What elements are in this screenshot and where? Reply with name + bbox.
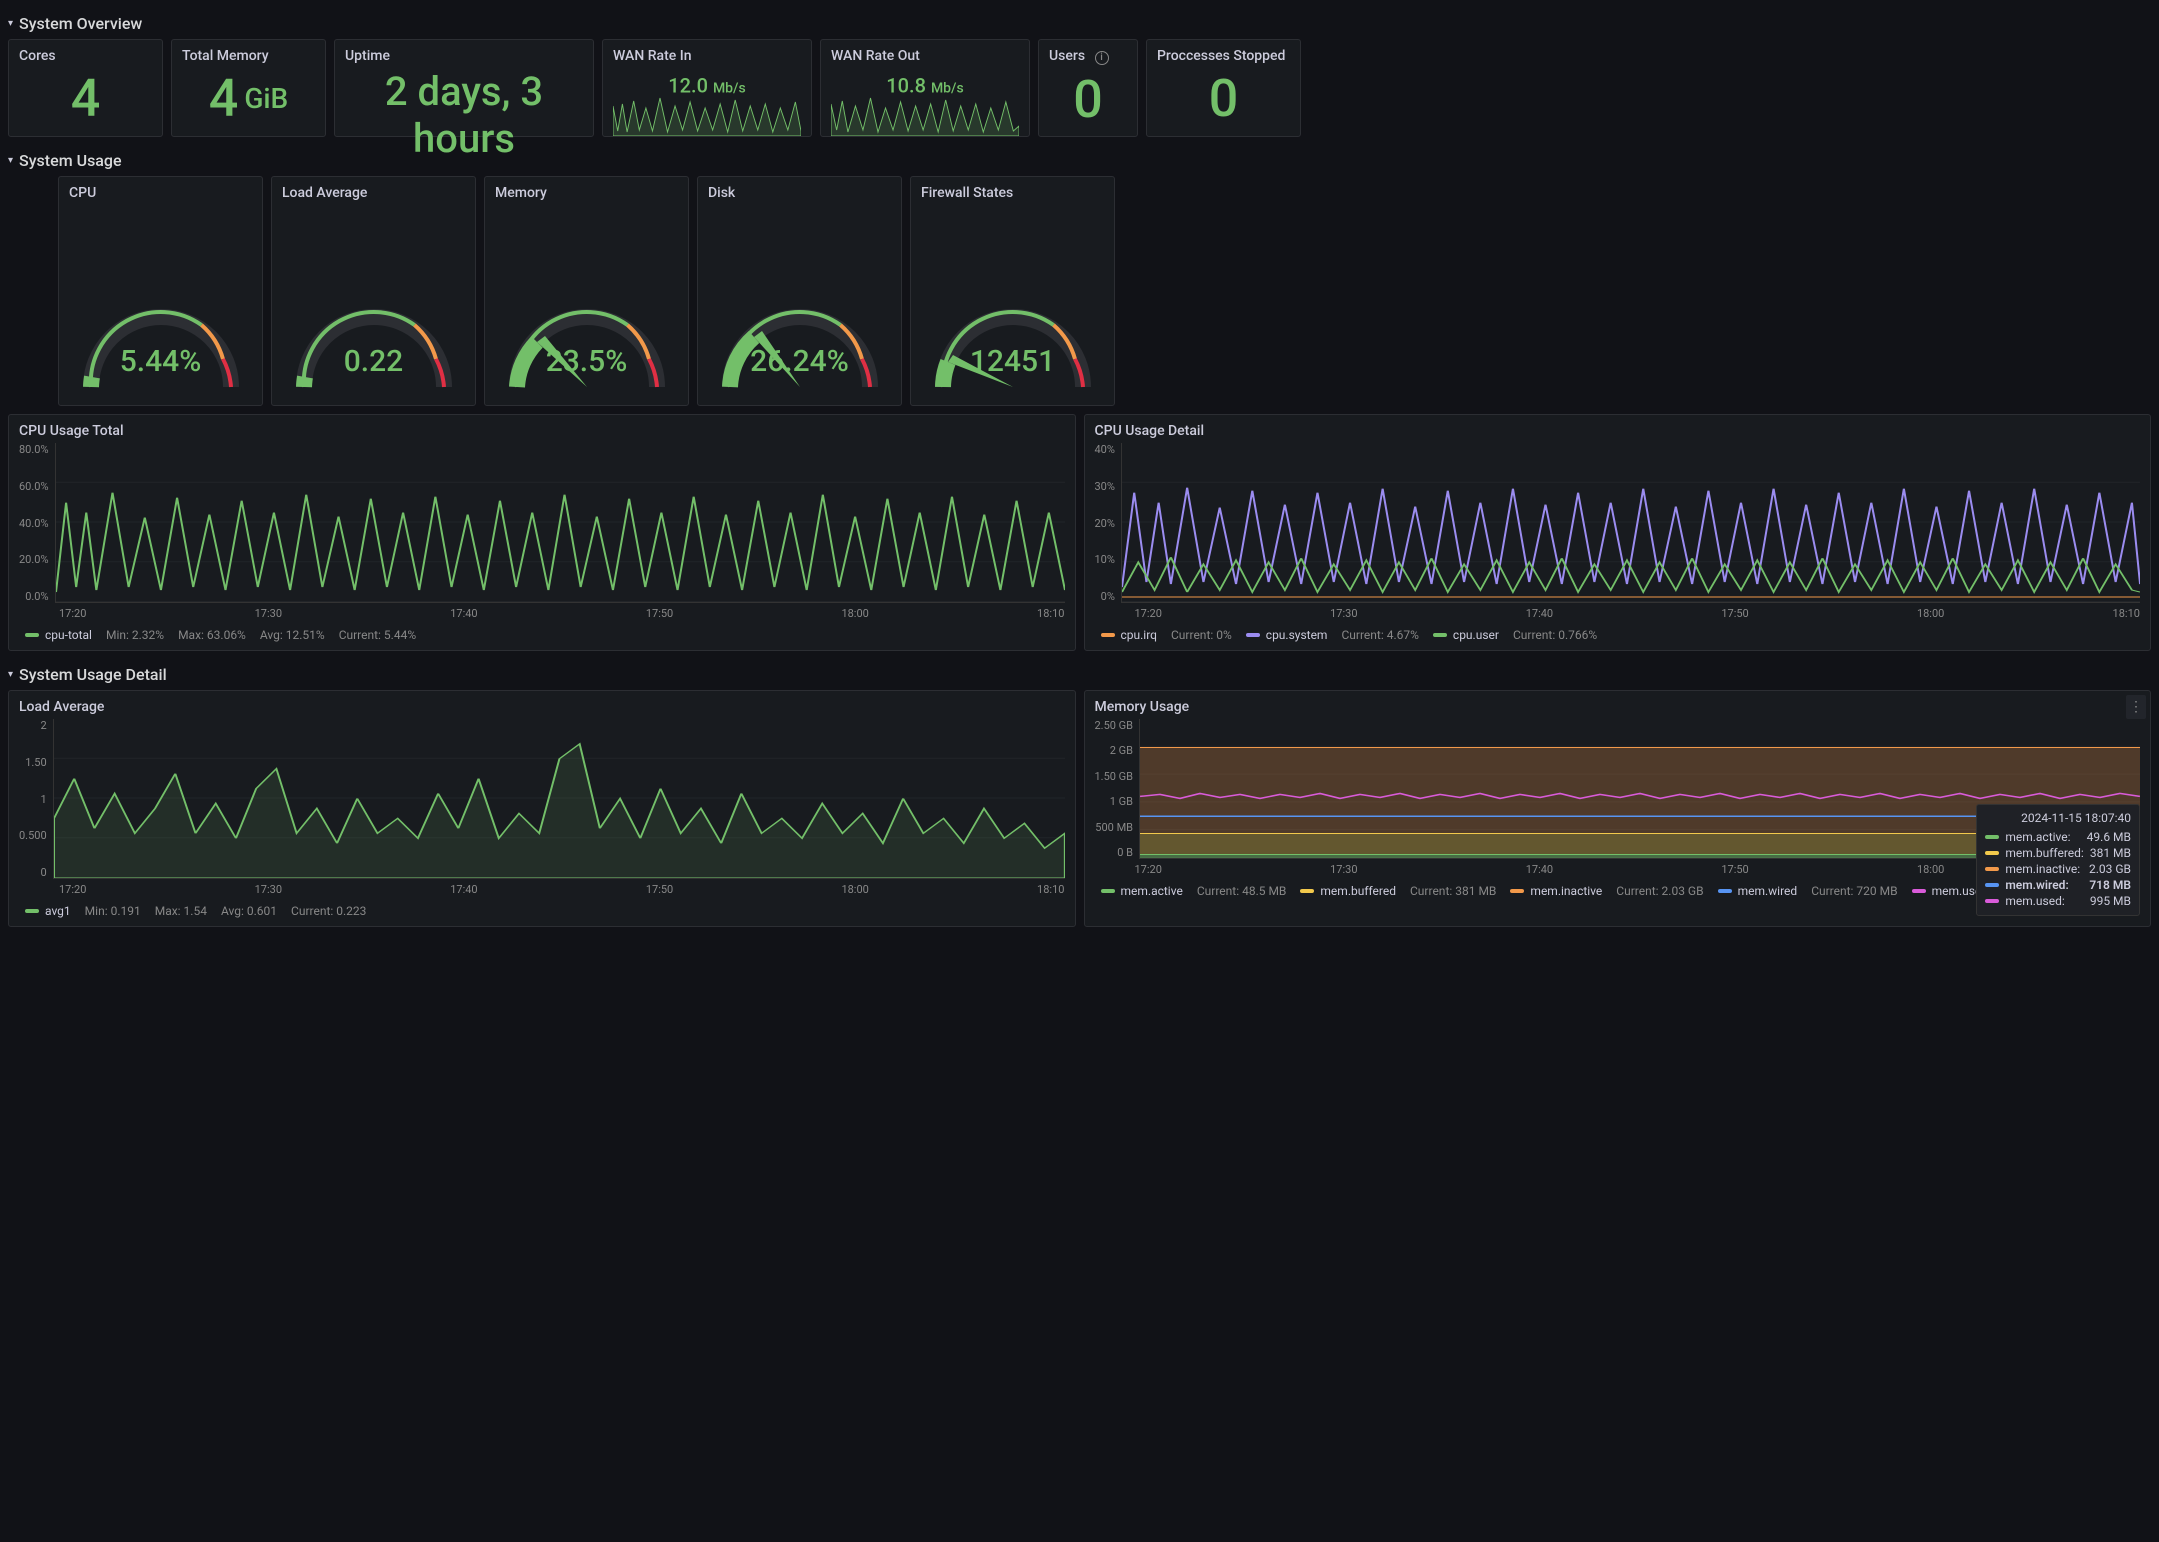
gauge-disk[interactable]: Disk 26.24% — [697, 176, 902, 406]
panel-title: Disk — [708, 185, 891, 201]
panel-title: CPU Usage Detail — [1095, 423, 2141, 439]
gauge-value: 12451 — [921, 344, 1104, 379]
panel-wan-in[interactable]: WAN Rate In 12.0 Mb/s — [602, 39, 812, 137]
legend: avg1 Min: 0.191 Max: 1.54 Avg: 0.601 Cur… — [19, 904, 1065, 918]
stat-value: 10.8 Mb/s — [886, 74, 963, 98]
panel-title: Memory Usage — [1095, 699, 2141, 715]
gauge-chart — [284, 277, 464, 397]
gauge-chart — [923, 277, 1103, 397]
panel-menu-icon[interactable]: ⋮ — [2126, 695, 2146, 719]
info-icon[interactable]: i — [1095, 51, 1109, 65]
gauge-value: 5.44% — [69, 344, 252, 379]
x-axis: 17:2017:3017:4017:5018:0018:10 — [19, 883, 1065, 896]
y-axis: 80.0%60.0%40.0%20.0%0.0% — [19, 443, 55, 603]
gauge-firewall-states[interactable]: Firewall States 12451 — [910, 176, 1115, 406]
gauge-value: 0.22 — [282, 344, 465, 379]
chevron-down-icon: ▾ — [8, 669, 13, 680]
stat-value: 4 — [19, 68, 152, 129]
plot-area — [53, 719, 1065, 879]
gauge-chart — [497, 277, 677, 397]
stat-value: 4GiB — [182, 68, 315, 129]
section-title: System Usage — [19, 151, 122, 170]
gauge-memory[interactable]: Memory 23.5% — [484, 176, 689, 406]
section-header-usage[interactable]: ▾ System Usage — [8, 145, 2151, 176]
panel-title: Load Average — [19, 699, 1065, 715]
y-axis: 2.50 GB2 GB1.50 GB1 GB500 MB0 B — [1095, 719, 1140, 859]
panel-title: Uptime — [345, 48, 583, 64]
panel-title: WAN Rate Out — [831, 48, 1019, 64]
panel-cpu-usage-detail[interactable]: CPU Usage Detail 40%30%20%10%0% 17:2017:… — [1084, 414, 2152, 651]
panel-total-memory[interactable]: Total Memory 4GiB — [171, 39, 326, 137]
section-header-overview[interactable]: ▾ System Overview — [8, 8, 2151, 39]
y-axis: 21.5010.5000 — [19, 719, 53, 879]
gauge-load[interactable]: Load Average 0.22 — [271, 176, 476, 406]
gauge-value: 23.5% — [495, 344, 678, 379]
panel-title: Load Average — [282, 185, 465, 201]
panel-title: Firewall States — [921, 185, 1104, 201]
gauge-chart — [71, 277, 251, 397]
stat-value: 0 — [1049, 69, 1127, 130]
chevron-down-icon: ▾ — [8, 155, 13, 166]
plot-area — [55, 443, 1065, 603]
panel-title: Cores — [19, 48, 152, 64]
section-header-usage-detail[interactable]: ▾ System Usage Detail — [8, 659, 2151, 690]
panel-title: CPU — [69, 185, 252, 201]
panel-title: Total Memory — [182, 48, 315, 64]
chart-tooltip: 2024-11-15 18:07:40 mem.active:49.6 MB m… — [1976, 804, 2140, 916]
panel-wan-out[interactable]: WAN Rate Out 10.8 Mb/s — [820, 39, 1030, 137]
legend: cpu.irq Current: 0% cpu.system Current: … — [1095, 628, 2141, 642]
panel-processes-stopped[interactable]: Proccesses Stopped 0 — [1146, 39, 1301, 137]
stat-value: 0 — [1157, 68, 1290, 129]
panel-users[interactable]: Users i 0 — [1038, 39, 1138, 137]
panel-memory-usage[interactable]: ⋮ Memory Usage 2.50 GB2 GB1.50 GB1 GB500… — [1084, 690, 2152, 927]
panel-title: CPU Usage Total — [19, 423, 1065, 439]
gauge-value: 26.24% — [708, 344, 891, 379]
x-axis: 17:2017:3017:4017:5018:0018:10 — [1095, 607, 2141, 620]
stat-value: 12.0 Mb/s — [668, 74, 745, 98]
y-axis: 40%30%20%10%0% — [1095, 443, 1121, 603]
legend: cpu-total Min: 2.32% Max: 63.06% Avg: 12… — [19, 628, 1065, 642]
panel-title: Users i — [1049, 48, 1127, 65]
chevron-down-icon: ▾ — [8, 18, 13, 29]
stat-value: 2 days, 3 hours — [345, 68, 583, 162]
gauge-chart — [710, 277, 890, 397]
panel-load-average[interactable]: Load Average 21.5010.5000 17:2017:3017:4… — [8, 690, 1076, 927]
gauge-cpu[interactable]: CPU 5.44% — [58, 176, 263, 406]
section-title: System Usage Detail — [19, 665, 167, 684]
panel-cores[interactable]: Cores 4 — [8, 39, 163, 137]
section-title: System Overview — [19, 14, 142, 33]
plot-area — [1121, 443, 2140, 603]
panel-cpu-usage-total[interactable]: CPU Usage Total 80.0%60.0%40.0%20.0%0.0%… — [8, 414, 1076, 651]
panel-title: Memory — [495, 185, 678, 201]
panel-title: Proccesses Stopped — [1157, 48, 1290, 64]
panel-title: WAN Rate In — [613, 48, 801, 64]
panel-uptime[interactable]: Uptime 2 days, 3 hours — [334, 39, 594, 137]
x-axis: 17:2017:3017:4017:5018:0018:10 — [19, 607, 1065, 620]
